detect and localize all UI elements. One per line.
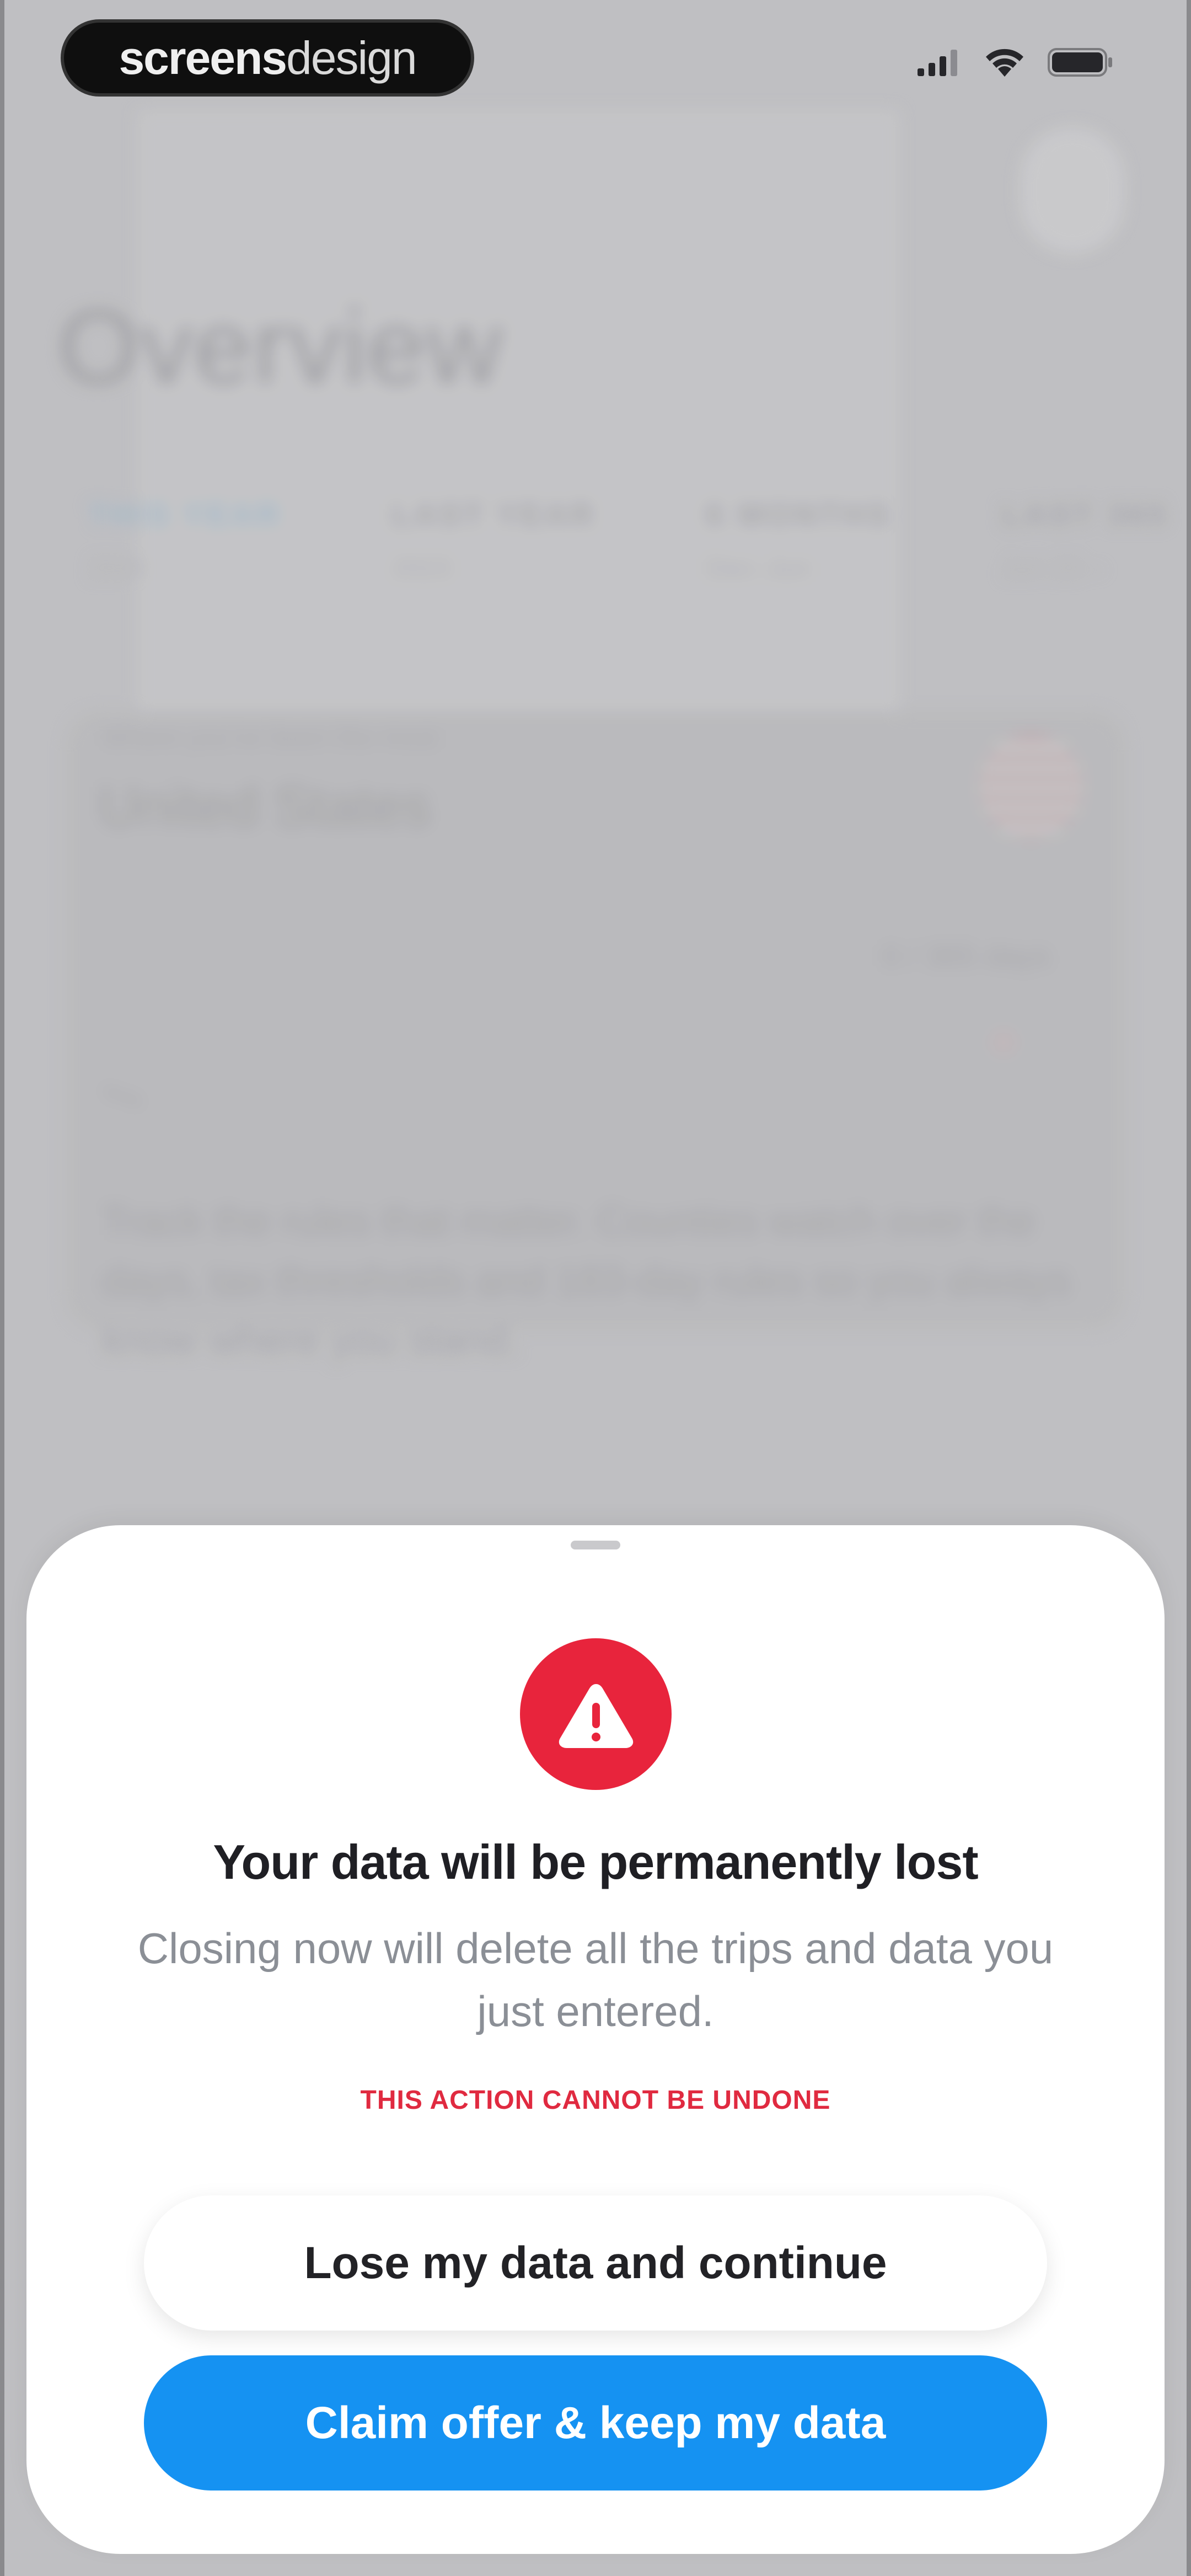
confirm-sheet: Your data will be permanently lost Closi… [26, 1525, 1165, 2554]
phone-screen: Overview THIS YEAR 2024 LAST YEAR 2023 6… [0, 0, 1191, 2576]
alert-badge [520, 1638, 672, 1790]
sheet-message: Closing now will delete all the trips an… [137, 1924, 1054, 2035]
sheet-grabber[interactable] [571, 1541, 620, 1549]
warning-triangle-icon [559, 1684, 633, 1748]
irreversible-warning: THIS ACTION CANNOT BE UNDONE [360, 2086, 831, 2115]
sheet-title: Your data will be permanently lost [213, 1835, 978, 1889]
claim-offer-button[interactable]: Claim offer & keep my data [144, 2355, 1047, 2491]
lose-data-button[interactable]: Lose my data and continue [144, 2195, 1047, 2331]
